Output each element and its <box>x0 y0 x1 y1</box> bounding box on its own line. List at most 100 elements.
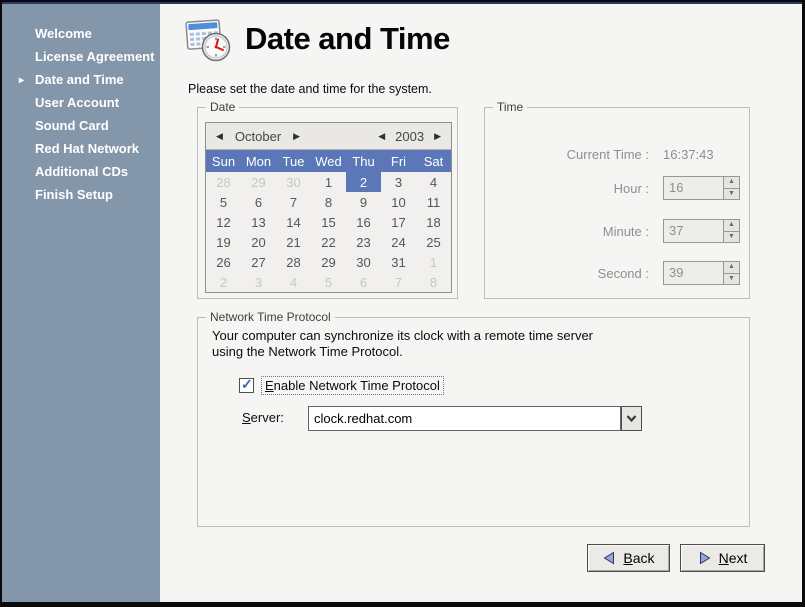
calendar-day-cell[interactable]: 2 <box>206 272 241 292</box>
calendar-day-cell[interactable]: 8 <box>311 192 346 212</box>
spinner-down-icon[interactable]: ▼ <box>724 232 739 243</box>
calendar-day-cell[interactable]: 28 <box>206 172 241 192</box>
spinner-value[interactable]: 16 <box>664 177 723 199</box>
calendar-day-cell[interactable]: 6 <box>241 192 276 212</box>
spinner-up-icon[interactable]: ▲ <box>724 177 739 189</box>
calendar-clock-icon <box>181 12 235 66</box>
calendar-day-cell[interactable]: 1 <box>416 252 451 272</box>
current-time-label: Current Time : <box>485 147 649 162</box>
spinner-up-icon[interactable]: ▲ <box>724 262 739 274</box>
calendar-day-cell[interactable]: 20 <box>241 232 276 252</box>
calendar-day-cell[interactable]: 7 <box>276 192 311 212</box>
calendar-day-cell[interactable]: 3 <box>241 272 276 292</box>
calendar-day-cell[interactable]: 5 <box>206 192 241 212</box>
minute-spinner[interactable]: 37▲▼ <box>663 219 740 243</box>
calendar-day-cell[interactable]: 8 <box>416 272 451 292</box>
sidebar-item-user-account: User Account <box>2 91 160 114</box>
sidebar-item-welcome: Welcome <box>2 22 160 45</box>
calendar-day-cell[interactable]: 7 <box>381 272 416 292</box>
checkmark-icon: ✓ <box>241 376 253 393</box>
prev-month-button[interactable]: ◀ <box>212 131 227 142</box>
next-year-button[interactable]: ▶ <box>430 131 445 142</box>
sidebar-item-sound-card: Sound Card <box>2 114 160 137</box>
spinner-value[interactable]: 39 <box>664 262 723 284</box>
page-header: Date and Time <box>181 12 450 66</box>
calendar-grid: 2829301234567891011121314151617181920212… <box>206 172 451 292</box>
calendar-day-cell[interactable]: 24 <box>381 232 416 252</box>
calendar-day-cell[interactable]: 3 <box>381 172 416 192</box>
time-section-legend: Time <box>493 100 527 114</box>
next-month-button[interactable]: ▶ <box>289 131 304 142</box>
ntp-section-legend: Network Time Protocol <box>206 310 335 324</box>
calendar-day-cell[interactable]: 30 <box>276 172 311 192</box>
sidebar-item-label: Finish Setup <box>35 187 113 202</box>
back-button-label: Back <box>623 550 654 566</box>
calendar-day-cell-selected[interactable]: 2 <box>346 172 381 192</box>
calendar-day-cell[interactable]: 22 <box>311 232 346 252</box>
next-button-label: Next <box>719 550 748 566</box>
calendar-day-cell[interactable]: 16 <box>346 212 381 232</box>
calendar-day-cell[interactable]: 12 <box>206 212 241 232</box>
next-arrow-icon <box>698 551 712 565</box>
hour-spinner[interactable]: 16▲▼ <box>663 176 740 200</box>
calendar-day-cell[interactable]: 13 <box>241 212 276 232</box>
spinner-down-icon[interactable]: ▼ <box>724 274 739 285</box>
page-title: Date and Time <box>245 21 450 57</box>
day-header-mon: Mon <box>246 154 271 169</box>
sidebar-item-license-agreement: License Agreement <box>2 45 160 68</box>
sidebar-item-label: Red Hat Network <box>35 141 139 156</box>
calendar-day-cell[interactable]: 15 <box>311 212 346 232</box>
calendar-day-cell[interactable]: 4 <box>276 272 311 292</box>
server-label: Server: <box>242 410 284 425</box>
calendar-day-cell[interactable]: 25 <box>416 232 451 252</box>
sidebar-item-label: User Account <box>35 95 119 110</box>
calendar-day-cell[interactable]: 14 <box>276 212 311 232</box>
page-subtitle: Please set the date and time for the sys… <box>188 82 432 96</box>
calendar-day-cell[interactable]: 5 <box>311 272 346 292</box>
minute-label: Minute : <box>485 224 649 239</box>
date-section: Date ◀ October ▶ ◀ 2003 ▶ SunMonTueWedTh… <box>197 107 458 299</box>
day-header-thu: Thu <box>352 154 374 169</box>
sidebar-item-label: Date and Time <box>35 72 124 87</box>
current-time-value: 16:37:43 <box>663 147 714 162</box>
spinner-down-icon[interactable]: ▼ <box>724 189 739 200</box>
time-section: Time Current Time : 16:37:43 Hour :16▲▼M… <box>484 107 750 299</box>
calendar-day-cell[interactable]: 27 <box>241 252 276 272</box>
calendar-day-cell[interactable]: 17 <box>381 212 416 232</box>
calendar-day-cell[interactable]: 1 <box>311 172 346 192</box>
day-header-wed: Wed <box>315 154 342 169</box>
spinner-up-icon[interactable]: ▲ <box>724 220 739 232</box>
calendar-day-cell[interactable]: 26 <box>206 252 241 272</box>
calendar-day-cell[interactable]: 18 <box>416 212 451 232</box>
next-button[interactable]: Next <box>680 544 765 572</box>
setup-wizard-window: WelcomeLicense Agreement▸Date and TimeUs… <box>2 2 802 602</box>
calendar-day-cell[interactable]: 11 <box>416 192 451 212</box>
second-spinner[interactable]: 39▲▼ <box>663 261 740 285</box>
ntp-enable-label[interactable]: Enable Network Time Protocol <box>261 376 444 395</box>
calendar-day-cell[interactable]: 23 <box>346 232 381 252</box>
calendar-day-cell[interactable]: 29 <box>311 252 346 272</box>
spinner-value[interactable]: 37 <box>664 220 723 242</box>
server-dropdown-button[interactable] <box>621 406 642 431</box>
back-button[interactable]: Back <box>587 544 670 572</box>
calendar-day-cell[interactable]: 6 <box>346 272 381 292</box>
calendar-day-cell[interactable]: 31 <box>381 252 416 272</box>
sidebar-item-label: Sound Card <box>35 118 109 133</box>
year-label: 2003 <box>395 129 424 144</box>
calendar-day-cell[interactable]: 28 <box>276 252 311 272</box>
calendar-day-cell[interactable]: 21 <box>276 232 311 252</box>
month-label: October <box>235 129 281 144</box>
ntp-enable-checkbox[interactable]: ✓ <box>239 378 254 393</box>
calendar-day-cell[interactable]: 30 <box>346 252 381 272</box>
ntp-description-line1: Your computer can synchronize its clock … <box>212 328 593 344</box>
server-input[interactable]: clock.redhat.com <box>308 406 621 431</box>
calendar-day-cell[interactable]: 10 <box>381 192 416 212</box>
sidebar: WelcomeLicense Agreement▸Date and TimeUs… <box>2 4 160 602</box>
calendar-day-cell[interactable]: 4 <box>416 172 451 192</box>
sidebar-item-red-hat-network: Red Hat Network <box>2 137 160 160</box>
calendar-day-cell[interactable]: 9 <box>346 192 381 212</box>
prev-year-button[interactable]: ◀ <box>374 131 389 142</box>
calendar-day-cell[interactable]: 29 <box>241 172 276 192</box>
calendar-day-headers: SunMonTueWedThuFriSat <box>206 150 451 172</box>
calendar-day-cell[interactable]: 19 <box>206 232 241 252</box>
